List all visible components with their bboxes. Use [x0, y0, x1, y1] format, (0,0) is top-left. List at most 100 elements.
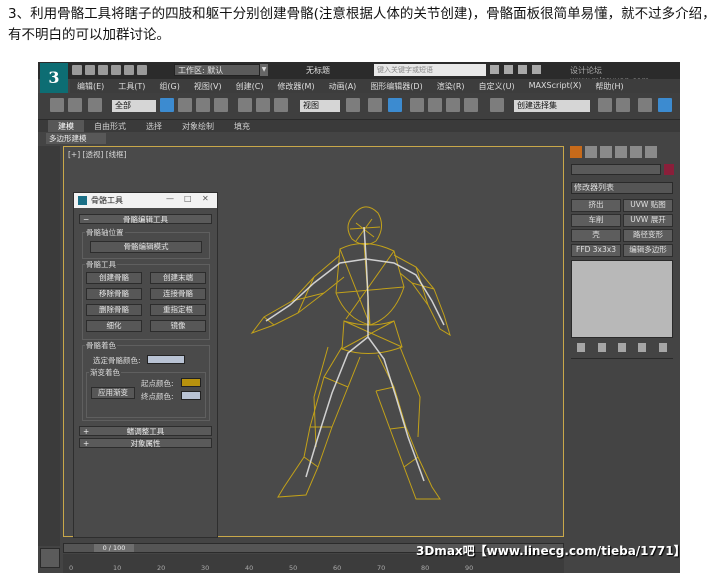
- selected-bone-color-swatch[interactable]: [147, 355, 185, 364]
- binoculars-icon[interactable]: [490, 65, 499, 74]
- menu-animation[interactable]: 动画(A): [322, 79, 364, 93]
- tab-selection[interactable]: 选择: [136, 120, 172, 132]
- object-color-swatch[interactable]: [664, 164, 674, 175]
- menu-maxscript[interactable]: MAXScript(X): [522, 79, 589, 93]
- connect-bones-button[interactable]: 连接骨骼: [150, 288, 206, 300]
- dialog-title-bar[interactable]: 骨骼工具 — □ ✕: [74, 193, 217, 208]
- snaps-toggle-icon[interactable]: [410, 98, 424, 112]
- create-tab-icon[interactable]: [570, 146, 582, 158]
- viewport-label[interactable]: [+] [透视] [线框]: [68, 149, 127, 160]
- tools-icon[interactable]: [504, 65, 513, 74]
- minimize-icon[interactable]: —: [166, 194, 174, 203]
- remove-modifier-icon[interactable]: [638, 343, 647, 352]
- time-slider-thumb[interactable]: 0 / 100: [94, 544, 134, 552]
- save-icon[interactable]: [98, 65, 108, 75]
- shell-button[interactable]: 壳: [571, 229, 621, 242]
- display-tab-icon[interactable]: [630, 146, 642, 158]
- remove-bone-button[interactable]: 移除骨骼: [86, 288, 142, 300]
- new-file-icon[interactable]: [72, 65, 82, 75]
- utilities-tab-icon[interactable]: [645, 146, 657, 158]
- rollout-fin-adjust[interactable]: + 鳍调整工具: [79, 426, 212, 436]
- extrude-button[interactable]: 挤出: [571, 199, 621, 212]
- app-logo[interactable]: 3: [40, 63, 68, 93]
- workspace-dropdown-icon[interactable]: ▼: [260, 64, 268, 76]
- ffd-button[interactable]: FFD 3x3x3: [571, 244, 621, 257]
- pivot-center-icon[interactable]: [346, 98, 360, 112]
- create-bones-button[interactable]: 创建骨骼: [86, 272, 142, 284]
- layer-manager-icon[interactable]: [638, 98, 652, 112]
- ribbon-polygon-modeling[interactable]: 多边形建模: [46, 133, 106, 144]
- tab-populate[interactable]: 填充: [224, 120, 260, 132]
- rotate-icon[interactable]: [256, 98, 270, 112]
- menu-rendering[interactable]: 渲染(R): [430, 79, 472, 93]
- path-deform-button[interactable]: 路径变形: [623, 229, 673, 242]
- make-unique-icon[interactable]: [617, 343, 626, 352]
- tab-object-paint[interactable]: 对象绘制: [172, 120, 224, 132]
- modifier-stack[interactable]: [571, 260, 673, 338]
- create-end-button[interactable]: 创建末端: [150, 272, 206, 284]
- graphite-toggle-icon[interactable]: [658, 98, 672, 112]
- window-crossing-icon[interactable]: [214, 98, 228, 112]
- uvw-unwrap-button[interactable]: UVW 展开: [623, 214, 673, 227]
- redo-icon[interactable]: [124, 65, 134, 75]
- favorites-icon[interactable]: [518, 65, 527, 74]
- wireframe-character[interactable]: [244, 197, 484, 517]
- bone-edit-mode-button[interactable]: 骨骼编辑模式: [90, 241, 202, 253]
- menu-tools[interactable]: 工具(T): [111, 79, 152, 93]
- mirror-button[interactable]: 镜像: [150, 320, 206, 332]
- menu-customize[interactable]: 自定义(U): [472, 79, 522, 93]
- configure-sets-icon[interactable]: [658, 343, 667, 352]
- move-icon[interactable]: [238, 98, 252, 112]
- start-color-swatch[interactable]: [181, 378, 201, 387]
- tab-modeling[interactable]: 建模: [48, 120, 84, 132]
- apply-gradient-button[interactable]: 应用渐变: [91, 387, 135, 399]
- menu-views[interactable]: 视图(V): [187, 79, 229, 93]
- lathe-button[interactable]: 车削: [571, 214, 621, 227]
- rollout-bone-edit-tools[interactable]: − 骨骼编辑工具: [79, 214, 212, 224]
- menu-edit[interactable]: 编辑(E): [70, 79, 111, 93]
- bind-space-warp-icon[interactable]: [88, 98, 102, 112]
- undo-icon[interactable]: [111, 65, 121, 75]
- help-icon[interactable]: [532, 65, 541, 74]
- named-selection-set-select[interactable]: 创建选择集: [514, 100, 590, 112]
- object-name-field[interactable]: [571, 164, 661, 175]
- edit-named-selection-icon[interactable]: [490, 98, 504, 112]
- menu-help[interactable]: 帮助(H): [588, 79, 630, 93]
- mirror-icon[interactable]: [598, 98, 612, 112]
- selection-filter-select[interactable]: 全部: [112, 100, 156, 112]
- keyboard-shortcut-override-icon[interactable]: [388, 98, 402, 112]
- delete-bone-button[interactable]: 删除骨骼: [86, 304, 142, 316]
- edit-poly-button[interactable]: 编辑多边形: [623, 244, 673, 257]
- percent-snap-icon[interactable]: [446, 98, 460, 112]
- show-end-result-icon[interactable]: [597, 343, 606, 352]
- reassign-root-button[interactable]: 重指定根: [150, 304, 206, 316]
- angle-snap-icon[interactable]: [428, 98, 442, 112]
- spinner-snap-icon[interactable]: [464, 98, 478, 112]
- tab-freeform[interactable]: 自由形式: [84, 120, 136, 132]
- rect-selection-icon[interactable]: [196, 98, 210, 112]
- end-color-swatch[interactable]: [181, 391, 201, 400]
- menu-group[interactable]: 组(G): [152, 79, 186, 93]
- project-folder-icon[interactable]: [137, 65, 147, 75]
- unlink-icon[interactable]: [68, 98, 82, 112]
- menu-graph-editors[interactable]: 图形编辑器(D): [363, 79, 429, 93]
- maximize-icon[interactable]: □: [184, 194, 192, 203]
- link-icon[interactable]: [50, 98, 64, 112]
- select-manipulate-icon[interactable]: [368, 98, 382, 112]
- align-icon[interactable]: [616, 98, 630, 112]
- hierarchy-tab-icon[interactable]: [600, 146, 612, 158]
- pin-stack-icon[interactable]: [577, 343, 586, 352]
- workspace-select[interactable]: 工作区: 默认: [174, 64, 260, 76]
- select-by-name-icon[interactable]: [178, 98, 192, 112]
- maxscript-listener-button[interactable]: [40, 548, 60, 568]
- modifier-list-select[interactable]: 修改器列表: [571, 182, 673, 194]
- menu-create[interactable]: 创建(C): [229, 79, 271, 93]
- rollout-object-properties[interactable]: + 对象属性: [79, 438, 212, 448]
- search-input[interactable]: 键入关键字或短语: [374, 64, 486, 76]
- select-object-icon[interactable]: [160, 98, 174, 112]
- modify-tab-icon[interactable]: [585, 146, 597, 158]
- motion-tab-icon[interactable]: [615, 146, 627, 158]
- scale-icon[interactable]: [274, 98, 288, 112]
- menu-modifiers[interactable]: 修改器(M): [270, 79, 321, 93]
- close-icon[interactable]: ✕: [202, 194, 209, 203]
